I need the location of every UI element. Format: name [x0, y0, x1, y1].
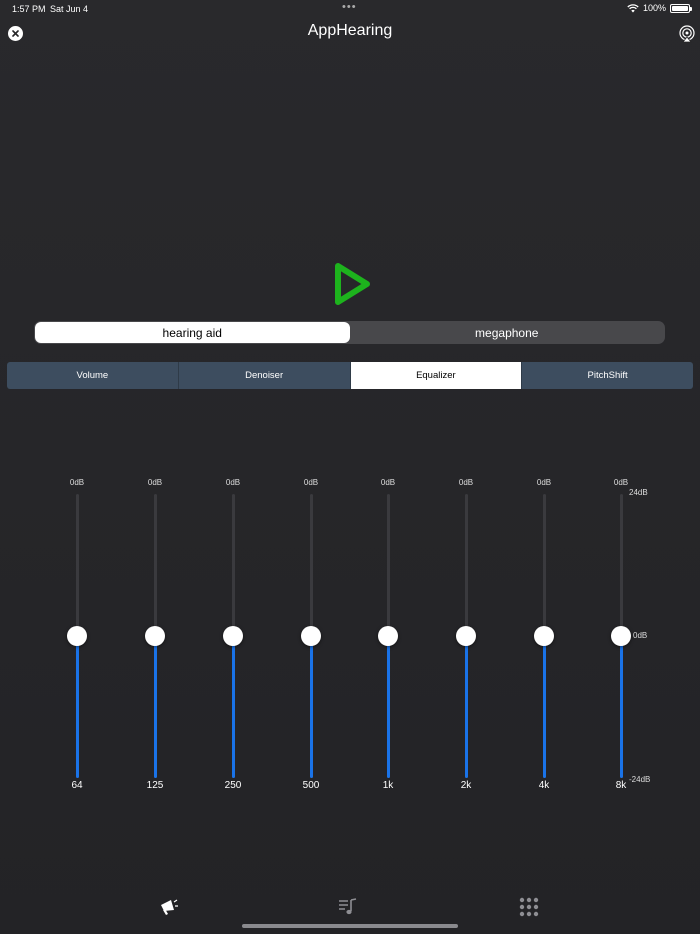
- eq-slider-thumb[interactable]: [378, 626, 398, 646]
- eq-slider-fill: [76, 636, 79, 778]
- eq-band-500: 0dB 500: [291, 475, 331, 795]
- eq-slider-fill: [310, 636, 313, 778]
- eq-slider-fill: [620, 636, 623, 778]
- app-title: AppHearing: [307, 22, 393, 39]
- eq-band-label: 8k: [615, 780, 627, 791]
- eq-band-250: 0dB 250: [213, 475, 253, 795]
- eq-band-label: 125: [146, 780, 164, 791]
- eq-band-value: 0dB: [458, 478, 474, 487]
- mode-megaphone[interactable]: megaphone: [350, 322, 665, 343]
- eq-band-value: 0dB: [225, 478, 241, 487]
- apps-tab-button[interactable]: [518, 896, 540, 918]
- feature-tabs: Volume Denoiser Equalizer PitchShift: [7, 362, 693, 389]
- mode-segmented-control: hearing aid megaphone: [34, 321, 665, 344]
- eq-slider-fill: [232, 636, 235, 778]
- airplay-icon: [679, 25, 695, 43]
- eq-band-value: 0dB: [613, 478, 629, 487]
- eq-slider-thumb[interactable]: [456, 626, 476, 646]
- eq-slider-fill: [465, 636, 468, 778]
- playlist-music-icon: [339, 898, 357, 915]
- equalizer-panel: 24dB 0dB -24dB 0dB 64 0dB 125 0dB 250 0dB 500 0d…: [0, 0, 700, 934]
- eq-slider-fill: [387, 636, 390, 778]
- megaphone-icon: [161, 899, 178, 915]
- eq-slider-thumb[interactable]: [145, 626, 165, 646]
- tab-denoiser[interactable]: Denoiser: [179, 362, 351, 389]
- wifi-icon: [627, 3, 639, 12]
- eq-band-value: 0dB: [69, 478, 85, 487]
- eq-band-label: 4k: [538, 780, 550, 791]
- status-time: 1:57 PM: [12, 4, 46, 14]
- eq-slider-fill: [154, 636, 157, 778]
- apps-grid-icon: [519, 897, 539, 917]
- eq-band-2k: 0dB 2k: [446, 475, 486, 795]
- multitasking-dots[interactable]: •••: [342, 1, 357, 13]
- eq-band-value: 0dB: [380, 478, 396, 487]
- eq-band-label: 1k: [382, 780, 394, 791]
- home-indicator[interactable]: [242, 924, 458, 928]
- play-icon: [335, 263, 370, 305]
- mode-hearing-aid[interactable]: hearing aid: [35, 322, 350, 343]
- eq-band-value: 0dB: [536, 478, 552, 487]
- eq-band-8k: 0dB 8k: [601, 475, 641, 795]
- status-right: 100%: [627, 3, 692, 13]
- status-bar: 1:57 PM Sat Jun 4 ••• 100%: [0, 0, 700, 18]
- battery-percent: 100%: [642, 3, 666, 13]
- eq-slider-thumb[interactable]: [534, 626, 554, 646]
- play-button[interactable]: [331, 261, 373, 307]
- eq-band-label: 64: [71, 780, 83, 791]
- eq-band-label: 500: [302, 780, 320, 791]
- battery-icon: [670, 3, 692, 13]
- playlist-tab-button[interactable]: [337, 896, 359, 918]
- eq-slider-fill: [543, 636, 546, 778]
- status-date: Sat Jun 4: [50, 4, 89, 14]
- eq-band-value: 0dB: [147, 478, 163, 487]
- eq-slider-thumb[interactable]: [67, 626, 87, 646]
- eq-band-1k: 0dB 1k: [368, 475, 408, 795]
- eq-band-label: 250: [224, 780, 242, 791]
- eq-slider-thumb[interactable]: [223, 626, 243, 646]
- eq-slider-thumb[interactable]: [301, 626, 321, 646]
- eq-band-value: 0dB: [303, 478, 319, 487]
- tab-volume[interactable]: Volume: [7, 362, 179, 389]
- eq-band-125: 0dB 125: [135, 475, 175, 795]
- app-screen: 1:57 PM Sat Jun 4 ••• 100% AppHearing he…: [0, 0, 700, 934]
- airplay-button[interactable]: [678, 25, 696, 43]
- eq-band-4k: 0dB 4k: [524, 475, 564, 795]
- megaphone-tab-button[interactable]: [158, 896, 180, 918]
- eq-band-64: 0dB 64: [57, 475, 97, 795]
- tab-equalizer[interactable]: Equalizer: [350, 362, 523, 389]
- tab-pitchshift[interactable]: PitchShift: [522, 362, 693, 389]
- eq-slider-thumb[interactable]: [611, 626, 631, 646]
- eq-band-label: 2k: [460, 780, 472, 791]
